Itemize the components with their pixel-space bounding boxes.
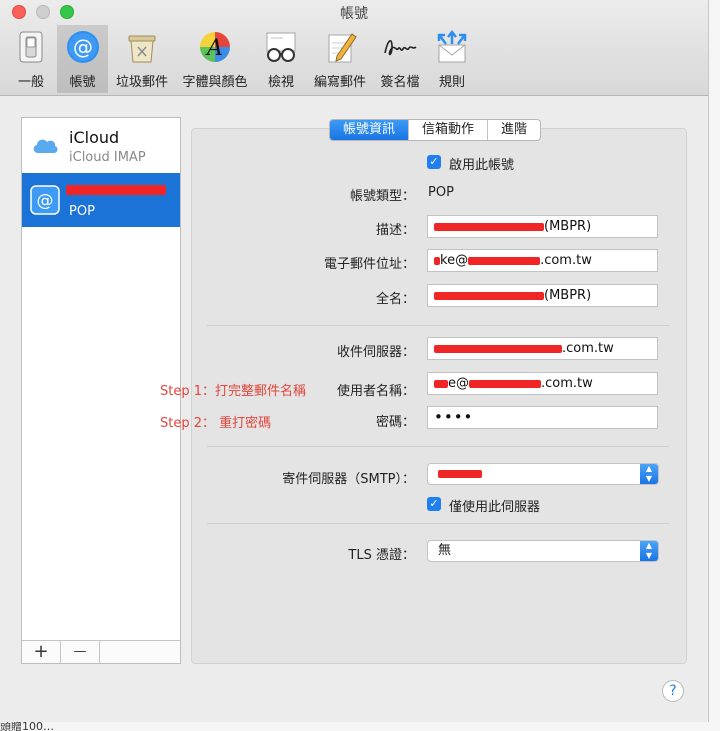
toolbar-label-junk: 垃圾郵件 [115, 75, 168, 90]
background-window-text: 頭贈100… [0, 722, 54, 731]
add-account-button[interactable]: + [22, 641, 61, 663]
full-name-label: 全名： [375, 292, 415, 307]
account-type: iCloud IMAP [69, 150, 146, 165]
account-list: iCloud iCloud IMAP @ POP + — [21, 117, 181, 664]
toolbar-label-composing: 編寫郵件 [313, 75, 366, 90]
use-only-this-server-label: 僅使用此伺服器 [449, 500, 541, 515]
signature-icon [384, 40, 417, 56]
toolbar-item-fonts-colors[interactable]: A 字體與顏色 [176, 25, 254, 93]
rules-icon [437, 29, 467, 63]
settings-tabs: 帳號資訊 信箱動作 進階 [329, 119, 542, 141]
redacted-text [469, 379, 541, 388]
use-only-this-server-checkbox[interactable]: ✓ [427, 497, 441, 511]
toolbar-item-junk[interactable]: 垃圾郵件 [111, 25, 173, 93]
toolbar-item-accounts[interactable]: @ 帳號 [57, 25, 108, 93]
description-label: 描述： [375, 223, 415, 238]
toolbar-label-signatures: 簽名檔 [380, 75, 420, 90]
toolbar-item-composing[interactable]: 編寫郵件 [309, 25, 371, 93]
redacted-text [438, 469, 482, 478]
toolbar-label-general: 一般 [17, 75, 44, 90]
incoming-server-label: 收件伺服器： [336, 345, 415, 360]
toolbar-item-view[interactable]: 檢視 [258, 25, 304, 93]
svg-text:@: @ [73, 35, 93, 59]
divider [207, 446, 669, 447]
email-field[interactable]: ke@ .com.tw [427, 249, 658, 272]
account-name: iCloud [69, 128, 120, 147]
username-prefix: e@ [448, 376, 469, 391]
redacted-text [434, 222, 544, 231]
redacted-text [468, 256, 541, 265]
email-label: 電子郵件位址： [323, 257, 415, 272]
toolbar-item-general[interactable]: 一般 [8, 25, 54, 93]
full-name-field[interactable]: (MBPR) [427, 284, 658, 307]
description-field[interactable]: (MBPR) [427, 215, 658, 238]
font-color-icon: A [200, 32, 230, 62]
username-field[interactable]: e@ .com.tw [427, 372, 658, 395]
redacted-text [434, 291, 544, 300]
glasses-icon [266, 32, 296, 62]
pencil-icon [328, 33, 357, 63]
tls-certificate-value: 無 [438, 543, 452, 558]
account-item-icloud[interactable]: iCloud iCloud IMAP [22, 119, 180, 173]
at-icon: @ [30, 185, 60, 215]
incoming-server-suffix: .com.tw [562, 341, 614, 356]
switch-icon [19, 31, 43, 63]
redacted-text [434, 379, 448, 388]
full-name-value: (MBPR) [544, 288, 592, 303]
account-type-value: POP [428, 185, 454, 200]
cloud-icon [33, 139, 58, 153]
account-list-toolbar: + — [22, 640, 180, 663]
window-title: 帳號 [340, 6, 368, 22]
at-icon: @ [66, 31, 99, 63]
username-label: 使用者名稱： [336, 384, 415, 399]
chevron-updown-icon: ▲ ▼ [640, 464, 658, 484]
tls-certificate-label: TLS 憑證： [348, 548, 415, 563]
divider [207, 325, 669, 326]
account-type: POP [69, 204, 95, 219]
description-value: (MBPR) [544, 219, 592, 234]
preferences-window: 帳號 一般 @ 帳號 垃圾郵件 A 字體與顏色 檢視 編寫郵件 簽名檔 規則 i… [0, 0, 709, 722]
smtp-label: 寄件伺服器（SMTP）： [282, 472, 415, 487]
tab-mailbox-behaviors[interactable]: 信箱動作 [408, 120, 487, 140]
username-suffix: .com.tw [541, 376, 593, 391]
account-type-label: 帳號類型： [349, 189, 415, 204]
svg-text:A: A [205, 36, 223, 61]
password-field[interactable]: •••• [427, 406, 658, 429]
toolbar-label-fonts-colors: 字體與顏色 [182, 75, 248, 90]
smtp-server-select[interactable]: ▲ ▼ [427, 463, 659, 485]
toolbar: 帳號 一般 @ 帳號 垃圾郵件 A 字體與顏色 檢視 編寫郵件 簽名檔 規則 [0, 0, 708, 96]
password-label: 密碼： [375, 415, 415, 430]
toolbar-label-rules: 規則 [438, 75, 465, 90]
svg-text:@: @ [37, 191, 54, 211]
toolbar-label-accounts: 帳號 [69, 75, 96, 90]
toolbar-item-rules[interactable]: 規則 [429, 25, 475, 93]
tab-advanced[interactable]: 進階 [487, 120, 540, 140]
email-suffix: .com.tw [540, 253, 592, 268]
trash-icon [128, 35, 156, 63]
toolbar-item-signatures[interactable]: 簽名檔 [375, 25, 425, 93]
account-item-pop[interactable]: @ POP [22, 173, 180, 227]
chevron-updown-icon: ▲ ▼ [640, 541, 658, 561]
toolbar-label-view: 檢視 [267, 75, 294, 90]
redacted-account-name [66, 185, 166, 195]
tab-account-info[interactable]: 帳號資訊 [330, 120, 409, 140]
divider [207, 523, 669, 524]
enable-account-label: 啟用此帳號 [449, 158, 515, 173]
enable-account-checkbox[interactable]: ✓ [427, 155, 441, 169]
help-button[interactable]: ? [662, 680, 684, 702]
incoming-server-field[interactable]: .com.tw [427, 337, 658, 360]
tls-certificate-select[interactable]: 無 ▲ ▼ [427, 540, 659, 562]
email-prefix: ke@ [440, 253, 469, 268]
redacted-text [434, 344, 562, 353]
remove-account-button[interactable]: — [61, 641, 100, 663]
